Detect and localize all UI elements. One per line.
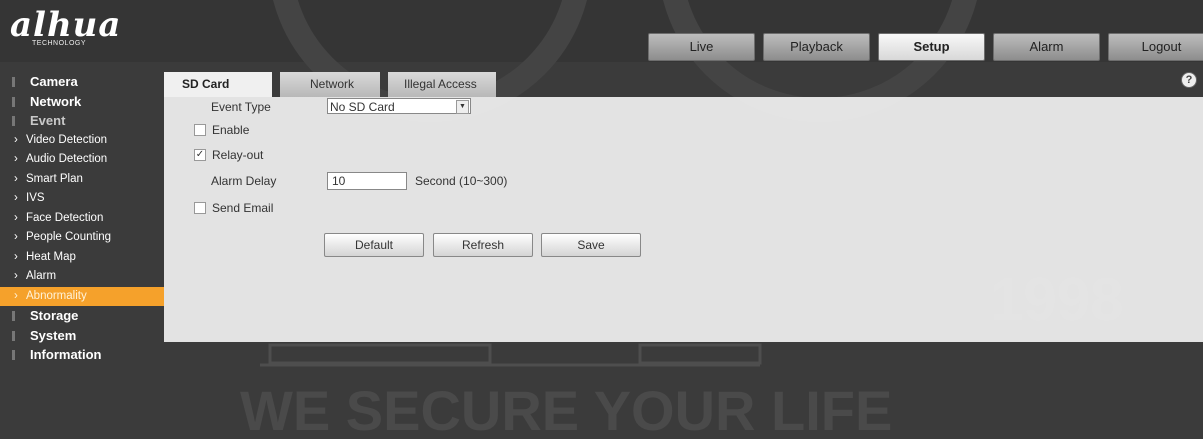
event-type-select[interactable]: No SD Card ▼: [327, 98, 471, 114]
sidebar-item-alarm[interactable]: › Alarm: [0, 267, 164, 287]
sidebar-item-label: Smart Plan: [26, 172, 83, 185]
top-navigation: Live Playback Setup Alarm Logout: [648, 33, 1203, 61]
sidebar-category-camera[interactable]: Camera: [0, 72, 164, 92]
sidebar-item-people-counting[interactable]: › People Counting: [0, 228, 164, 248]
send-email-row: Send Email: [164, 198, 564, 218]
sidebar-item-label: People Counting: [26, 231, 112, 243]
sidebar-category-storage[interactable]: Storage: [0, 306, 164, 326]
tab-illegal-access[interactable]: Illegal Access: [388, 72, 496, 97]
chevron-right-icon: ›: [14, 133, 18, 146]
settings-panel: ? Event Type No SD Card ▼ Enable ✓ Relay…: [164, 72, 1203, 342]
dropdown-arrow-icon: ▼: [456, 100, 469, 114]
sidebar-item-label: Face Detection: [26, 211, 104, 224]
event-type-value: No SD Card: [330, 100, 395, 114]
sidebar-item-label: Heat Map: [26, 250, 76, 263]
sidebar-item-label: Alarm: [26, 270, 57, 282]
brand-logo: alhua TECHNOLOGY: [10, 8, 121, 47]
sidebar-category-network[interactable]: Network: [0, 92, 164, 112]
tab-sd-card[interactable]: SD Card: [164, 72, 272, 97]
event-type-label: Event Type: [211, 100, 271, 114]
send-email-label: Send Email: [212, 201, 274, 215]
sidebar-category-system[interactable]: System: [0, 326, 164, 346]
chevron-right-icon: ›: [14, 211, 18, 224]
enable-label: Enable: [212, 123, 250, 137]
chevron-right-icon: ›: [14, 153, 18, 165]
tab-logout[interactable]: Logout: [1108, 33, 1203, 61]
sidebar-item-face-detection[interactable]: › Face Detection: [0, 209, 164, 229]
sidebar-category-information[interactable]: Information: [0, 345, 164, 365]
alarm-delay-unit: Second (10~300): [415, 174, 508, 188]
tab-alarm[interactable]: Alarm: [993, 33, 1100, 61]
sidebar-item-label: Audio Detection: [26, 153, 108, 165]
alarm-delay-label: Alarm Delay: [211, 174, 277, 188]
sidebar-item-video-detection[interactable]: › Video Detection: [0, 131, 164, 151]
sidebar: Camera Network Event › Video Detection › A…: [0, 72, 164, 365]
sidebar-item-label: IVS: [26, 192, 45, 204]
subtab-bar: SD Card Network Illegal Access: [164, 72, 496, 97]
sidebar-item-heat-map[interactable]: › Heat Map: [0, 248, 164, 268]
relay-out-label: Relay-out: [212, 148, 264, 162]
chevron-right-icon: ›: [14, 192, 18, 204]
send-email-checkbox[interactable]: [194, 202, 206, 214]
relay-out-checkbox[interactable]: ✓: [194, 149, 206, 161]
sidebar-item-audio-detection[interactable]: › Audio Detection: [0, 150, 164, 170]
sidebar-item-ivs[interactable]: › IVS: [0, 189, 164, 209]
tab-playback[interactable]: Playback: [763, 33, 870, 61]
help-icon[interactable]: ?: [1181, 72, 1197, 88]
enable-checkbox[interactable]: [194, 124, 206, 136]
alarm-delay-row: Alarm Delay 10 Second (10~300): [164, 171, 564, 191]
tab-network[interactable]: Network: [280, 72, 380, 97]
tab-live[interactable]: Live: [648, 33, 755, 61]
brand-name: alhua: [10, 5, 122, 45]
chevron-right-icon: ›: [14, 289, 18, 302]
tab-setup[interactable]: Setup: [878, 33, 985, 61]
save-button[interactable]: Save: [541, 233, 641, 257]
chevron-right-icon: ›: [14, 270, 18, 282]
sidebar-item-label: Abnormality: [26, 289, 87, 302]
event-type-row: Event Type No SD Card ▼: [164, 97, 564, 117]
main-content: SD Card Network Illegal Access ? Event T…: [164, 72, 1203, 342]
default-button[interactable]: Default: [324, 233, 424, 257]
chevron-right-icon: ›: [14, 172, 18, 185]
sidebar-item-smart-plan[interactable]: › Smart Plan: [0, 170, 164, 190]
refresh-button[interactable]: Refresh: [433, 233, 533, 257]
chevron-right-icon: ›: [14, 231, 18, 243]
slogan-text: WE SECURE YOUR LIFE: [240, 379, 892, 439]
chevron-right-icon: ›: [14, 250, 18, 263]
sidebar-item-abnormality[interactable]: › Abnormality: [0, 286, 164, 306]
sidebar-item-label: Video Detection: [26, 133, 107, 146]
relay-out-row: ✓ Relay-out: [164, 145, 564, 165]
enable-row: Enable: [164, 120, 564, 140]
alarm-delay-input[interactable]: 10: [327, 172, 407, 190]
sidebar-category-event[interactable]: Event: [0, 111, 164, 131]
